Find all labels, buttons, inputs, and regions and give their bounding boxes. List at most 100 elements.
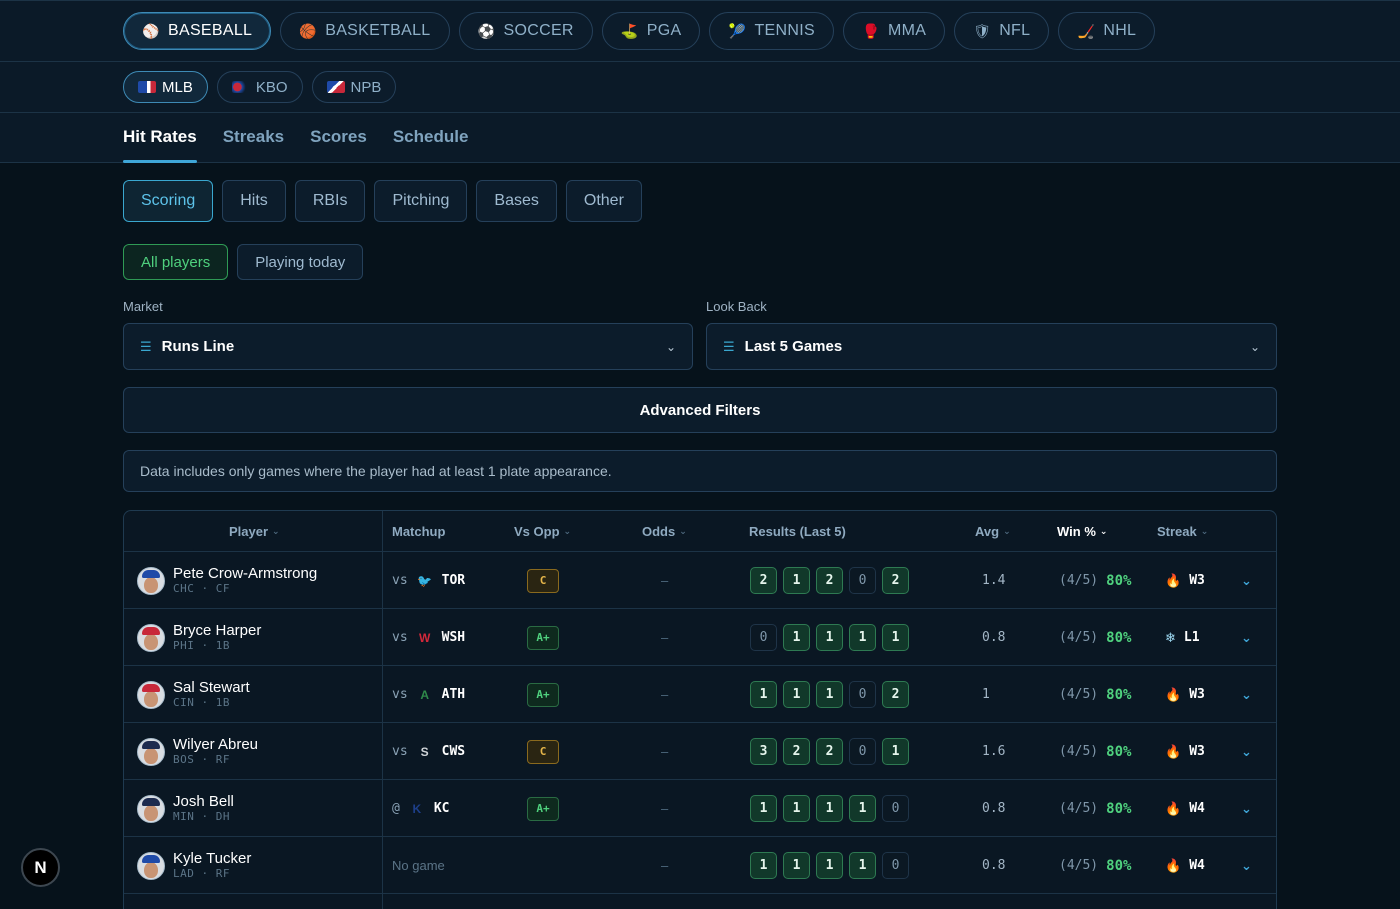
tab-streaks[interactable]: Streaks [223, 112, 284, 162]
player-info: Josh Bell MIN · DH [173, 793, 234, 824]
avg-value: 0.8 [982, 630, 1006, 645]
expand-row-button[interactable]: ⌄ [1241, 552, 1252, 609]
market-value: Runs Line [161, 338, 235, 355]
category-other[interactable]: Other [565, 180, 642, 222]
player-cell[interactable]: Josh Bell MIN · DH [137, 780, 234, 837]
tab-hit-rates[interactable]: Hit Rates [123, 112, 197, 163]
category-pitching[interactable]: Pitching [374, 180, 468, 222]
table-row: Kyle Tucker LAD · RF No game –1 1 1 1 0 0.8 (4/5)… [124, 837, 1276, 894]
expand-row-button[interactable]: ⌄ [1241, 837, 1252, 894]
player-cell[interactable]: Sal Stewart CIN · 1B [137, 666, 250, 723]
odds-column-header[interactable]: Odds ⌄ [642, 511, 687, 552]
result-box: 1 [783, 624, 810, 651]
sport-tab-label: NFL [999, 22, 1031, 39]
win-pct-column-header[interactable]: Win % ⌄ [1057, 511, 1107, 552]
expand-row-button[interactable]: ⌄ [1241, 723, 1252, 780]
chevron-down-icon: ⌄ [1241, 629, 1252, 645]
result-box: 1 [882, 738, 909, 765]
player-filter-group: All players Playing today [123, 244, 364, 280]
expand-row-button[interactable]: ⌄ [1241, 780, 1252, 837]
player-cell[interactable]: Pete Crow-Armstrong CHC · CF [137, 552, 317, 609]
sport-tab-pga[interactable]: ⛳ PGA [601, 12, 701, 50]
sport-tab-nhl[interactable]: 🏒 NHL [1058, 12, 1156, 50]
win-fraction: (4/5) [1059, 858, 1099, 873]
nfl-shield-icon: 🛡 [973, 22, 992, 39]
category-hits[interactable]: Hits [222, 180, 286, 222]
streak-column-header[interactable]: Streak ⌄ [1157, 511, 1208, 552]
league-tab-npb[interactable]: NPB [311, 71, 397, 103]
fire-icon: 🔥 [1165, 743, 1182, 759]
player-avatar [137, 566, 165, 595]
win-percentage: 80% [1106, 572, 1132, 589]
expand-row-button[interactable]: ⌄ [1241, 666, 1252, 723]
avg-cell: 0.8 [982, 837, 1005, 894]
expand-row-button[interactable]: ⌄ [1241, 609, 1252, 666]
league-tab-kbo[interactable]: KBO [216, 71, 303, 103]
vs-opp-cell: C [527, 723, 559, 780]
tab-schedule[interactable]: Schedule [393, 112, 469, 162]
player-name: Bryce Harper [173, 621, 262, 639]
opponent-team: ATH [441, 687, 466, 702]
sport-tab-baseball[interactable]: ⚾ BASEBALL [123, 12, 272, 50]
player-name: Wilyer Abreu [173, 735, 259, 753]
avg-column-header[interactable]: Avg ⌄ [975, 511, 1011, 552]
player-cell[interactable]: Bryce Harper PHI · 1B [137, 609, 261, 666]
category-bases[interactable]: Bases [476, 180, 557, 222]
odds-value: – [661, 573, 669, 588]
league-tab-mlb[interactable]: MLB [123, 71, 208, 103]
next-dev-badge[interactable]: N [21, 848, 60, 887]
player-team-position: LAD · RF [173, 866, 230, 880]
chevron-down-icon: ⌄ [1241, 572, 1252, 588]
streak-cell: 🔥 W3 [1165, 552, 1205, 609]
baseball-icon: ⚾ [142, 22, 160, 39]
sport-tab-mma[interactable]: 🥊 MMA [842, 12, 946, 50]
sport-tab-nfl[interactable]: 🛡 NFL [954, 12, 1050, 50]
no-game-label: No game [392, 858, 445, 873]
vs-opp-column-header[interactable]: Vs Opp ⌄ [514, 511, 571, 552]
category-rbis[interactable]: RBIs [294, 180, 366, 222]
player-face [144, 633, 158, 650]
chevron-down-icon: ⌄ [1241, 686, 1252, 702]
results-cell: 11110 [750, 837, 909, 894]
player-cell[interactable]: Wilyer Abreu BOS · RF [137, 723, 258, 780]
odds-value: – [661, 801, 669, 816]
filter-all-players[interactable]: All players [123, 244, 229, 280]
league-tab-label: NPB [350, 78, 382, 96]
player-cap [142, 854, 160, 863]
filter-icon: ☰ [723, 338, 735, 354]
result-box: 2 [816, 567, 843, 594]
filter-playing-today[interactable]: Playing today [237, 244, 364, 280]
matchup-cell: vs A ATH [392, 666, 465, 723]
nationals-logo-icon: W [418, 630, 431, 645]
player-name: Pete Crow-Armstrong [173, 564, 318, 582]
matchup-prefix: vs [392, 687, 408, 702]
sport-tab-basketball[interactable]: 🏀 BASKETBALL [280, 12, 450, 50]
lookback-select[interactable]: ☰ Last 5 Games ⌄ [706, 323, 1277, 370]
sport-tab-soccer[interactable]: ⚽ SOCCER [458, 12, 593, 50]
market-select[interactable]: ☰ Runs Line ⌄ [123, 323, 693, 370]
player-column-header[interactable]: Player ⌄ [229, 511, 280, 552]
blue-jays-logo-icon: 🐦 [417, 573, 433, 588]
results-cell: 11110 [750, 780, 909, 837]
player-avatar [137, 623, 165, 652]
win-fraction: (4/5) [1059, 630, 1099, 645]
vs-opp-cell: A+ [527, 609, 559, 666]
streak-value: W3 [1189, 687, 1205, 702]
tennis-racket-icon: 🎾 [728, 22, 747, 39]
advanced-filters-button[interactable]: Advanced Filters [123, 387, 1277, 433]
category-scoring[interactable]: Scoring [123, 180, 214, 222]
player-info: Wilyer Abreu BOS · RF [173, 735, 259, 767]
player-team-position: CIN · 1B [173, 695, 230, 709]
tab-scores[interactable]: Scores [310, 112, 367, 162]
matchup-grade-badge: A+ [527, 625, 559, 650]
result-box: 1 [816, 852, 843, 879]
win-cell: (4/5) 80% [1059, 609, 1131, 666]
player-team-position: MIN · DH [173, 809, 230, 823]
sort-chevron-icon: ⌄ [272, 526, 280, 536]
win-fraction: (4/5) [1059, 801, 1099, 816]
sport-tab-tennis[interactable]: 🎾 TENNIS [709, 12, 834, 50]
player-cell[interactable]: Kyle Tucker LAD · RF [137, 837, 251, 894]
streak-value: W3 [1189, 744, 1205, 759]
win-cell: (4/5) 80% [1059, 552, 1131, 609]
results-cell: 11102 [750, 666, 909, 723]
